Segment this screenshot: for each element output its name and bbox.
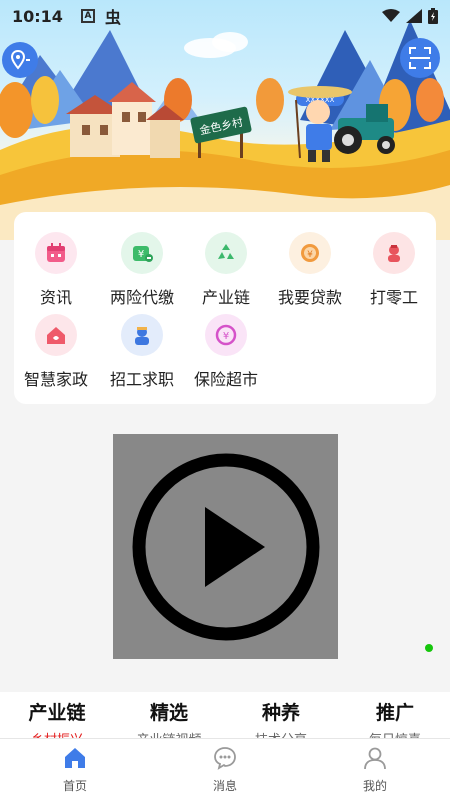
menu-label: 产业链 (201, 288, 250, 307)
nav-messages[interactable]: 消息 (180, 745, 270, 794)
recruit-icon (121, 314, 163, 356)
insurance-icon: ¥ (205, 314, 247, 356)
category-title: 产业链 (28, 702, 86, 724)
recycle-icon (205, 232, 247, 274)
play-icon[interactable] (131, 452, 321, 642)
menu-item-recruit[interactable]: 招工求职 (100, 314, 184, 390)
user-icon (364, 747, 386, 770)
bottom-nav: 首页 消息 我的 (0, 738, 450, 800)
yuan-coin-icon: ¥ (289, 232, 331, 274)
svg-text:¥: ¥ (138, 249, 144, 260)
home-icon (35, 314, 77, 356)
category-subtitle: 乡村振兴 (2, 729, 112, 738)
menu-label: 我要贷款 (277, 288, 342, 307)
menu-label: 智慧家政 (23, 370, 88, 389)
nav-label: 消息 (212, 779, 237, 793)
category-promotion[interactable]: 推广 每日惊喜 (340, 698, 450, 738)
signal-icon (406, 9, 422, 23)
hero-banner: 金色乡村 XXXXXX (0, 0, 450, 240)
status-bar: 10:14 A 虫 (0, 0, 450, 32)
menu-item-odd-jobs[interactable]: 打零工 (352, 232, 436, 308)
worker-icon (373, 232, 415, 274)
feature-menu: 资讯 ¥ 两险代缴 产业链 ¥ 我要贷款 打零工 智慧家政 招工求职 ¥ 保险超… (14, 212, 436, 404)
nav-profile[interactable]: 我的 (330, 745, 420, 794)
wifi-icon (382, 9, 400, 22)
location-button[interactable] (2, 42, 38, 78)
location-pin-icon (10, 49, 30, 70)
indicator-dot (425, 644, 433, 652)
category-subtitle: 每日惊喜 (340, 729, 450, 738)
menu-label: 资讯 (39, 288, 72, 307)
menu-label: 打零工 (369, 288, 418, 307)
category-subtitle: 技术分享 (226, 729, 336, 738)
svg-text:¥: ¥ (223, 331, 229, 342)
menu-item-industry-chain[interactable]: 产业链 (184, 232, 268, 308)
calendar-icon (35, 232, 77, 274)
video-player[interactable] (113, 434, 338, 659)
scan-button[interactable] (400, 38, 440, 78)
nav-label: 我的 (362, 779, 387, 793)
farm-illustration: 金色乡村 XXXXXX (0, 20, 450, 240)
category-strip: 产业链 乡村振兴 精选 产业链视频 种养 技术分享 推广 每日惊喜 (0, 692, 450, 738)
category-subtitle: 产业链视频 (114, 729, 224, 738)
category-title: 推广 (375, 702, 414, 724)
nav-label: 首页 (62, 779, 87, 793)
category-farming[interactable]: 种养 技术分享 (226, 698, 336, 738)
menu-item-news[interactable]: 资讯 (14, 232, 98, 308)
menu-label: 招工求职 (109, 370, 174, 389)
category-industry-chain[interactable]: 产业链 乡村振兴 (2, 698, 112, 738)
menu-label: 两险代缴 (109, 288, 174, 307)
battery-icon (428, 8, 438, 24)
menu-item-loan[interactable]: ¥ 我要贷款 (268, 232, 352, 308)
scan-icon (409, 47, 431, 69)
home-icon (65, 748, 85, 768)
category-title: 精选 (149, 702, 188, 724)
message-icon (214, 747, 236, 770)
menu-label: 保险超市 (193, 370, 258, 389)
category-featured[interactable]: 精选 产业链视频 (114, 698, 224, 738)
status-time: 10:14 (12, 6, 63, 26)
notification-a-icon: A (80, 9, 95, 23)
menu-item-insurance-market[interactable]: ¥ 保险超市 (184, 314, 268, 390)
nav-home[interactable]: 首页 (30, 745, 120, 794)
svg-text:¥: ¥ (307, 250, 313, 260)
debug-bug-icon: 虫 (104, 8, 121, 27)
menu-item-two-insurance[interactable]: ¥ 两险代缴 (100, 232, 184, 308)
wallet-icon: ¥ (121, 232, 163, 274)
menu-item-housekeeping[interactable]: 智慧家政 (14, 314, 98, 390)
category-title: 种养 (261, 702, 300, 724)
